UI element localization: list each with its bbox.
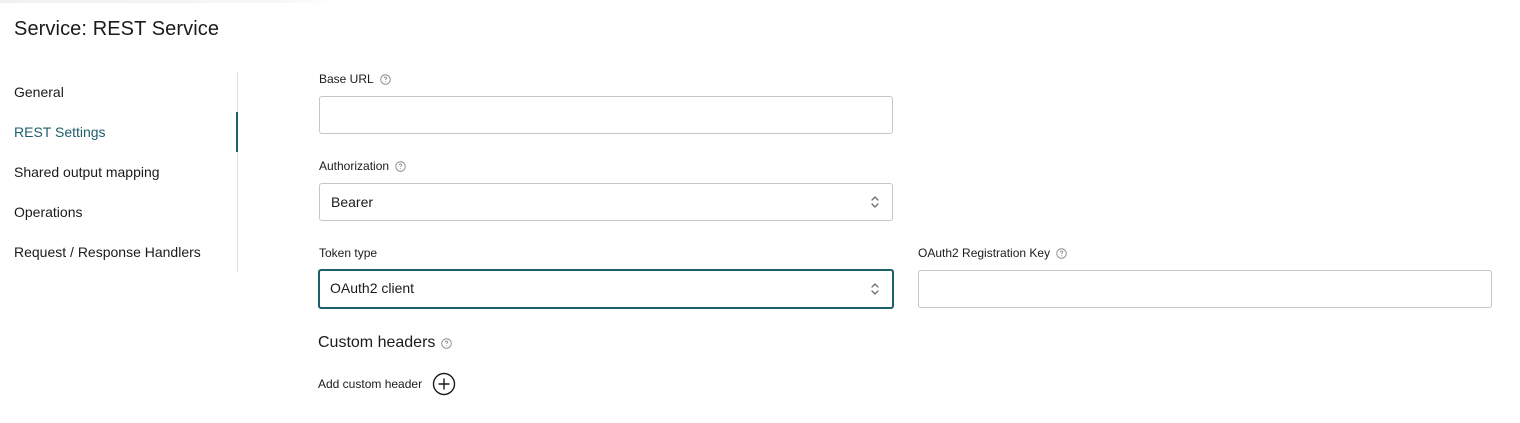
sidebar-item-rest-settings[interactable]: REST Settings	[14, 112, 238, 152]
question-circle-icon[interactable]	[1056, 247, 1067, 259]
custom-headers-heading: Custom headers	[318, 334, 453, 352]
oauth2-registration-key-label-text: OAuth2 Registration Key	[918, 246, 1051, 260]
top-bar-edge	[0, 0, 340, 3]
custom-headers-title: Custom headers	[318, 334, 436, 351]
authorization-label: Authorization	[319, 159, 406, 173]
question-circle-icon[interactable]	[379, 73, 391, 85]
add-custom-header-label: Add custom header	[318, 377, 423, 391]
add-custom-header-button[interactable]: Add custom header	[318, 372, 456, 396]
plus-circle-icon[interactable]	[432, 372, 456, 396]
sidebar-item-operations[interactable]: Operations	[14, 192, 238, 232]
token-type-label: Token type	[319, 246, 377, 260]
question-circle-icon[interactable]	[395, 160, 406, 172]
authorization-selected-value: Bearer	[331, 194, 374, 210]
token-type-select[interactable]: OAuth2 client	[318, 269, 894, 309]
base-url-label-text: Base URL	[319, 72, 374, 86]
sidebar-item-shared-output-mapping[interactable]: Shared output mapping	[14, 152, 238, 192]
sidebar-nav: General REST Settings Shared output mapp…	[0, 72, 238, 272]
oauth2-registration-key-label: OAuth2 Registration Key	[918, 246, 1067, 260]
base-url-input[interactable]	[319, 96, 893, 134]
token-type-label-text: Token type	[319, 246, 378, 260]
base-url-label: Base URL	[319, 72, 391, 86]
authorization-select[interactable]: Bearer	[319, 183, 893, 221]
authorization-label-text: Authorization	[319, 159, 390, 173]
sidebar-item-general[interactable]: General	[14, 72, 238, 112]
chevron-up-down-icon	[871, 196, 879, 208]
oauth2-registration-key-input[interactable]	[918, 270, 1492, 308]
question-circle-icon[interactable]	[441, 337, 453, 349]
sidebar-item-request-response-handlers[interactable]: Request / Response Handlers	[14, 232, 238, 272]
token-type-selected-value: OAuth2 client	[330, 280, 415, 296]
active-nav-indicator	[236, 112, 238, 152]
page-title: Service: REST Service	[14, 18, 220, 40]
chevron-up-down-icon	[871, 283, 879, 295]
